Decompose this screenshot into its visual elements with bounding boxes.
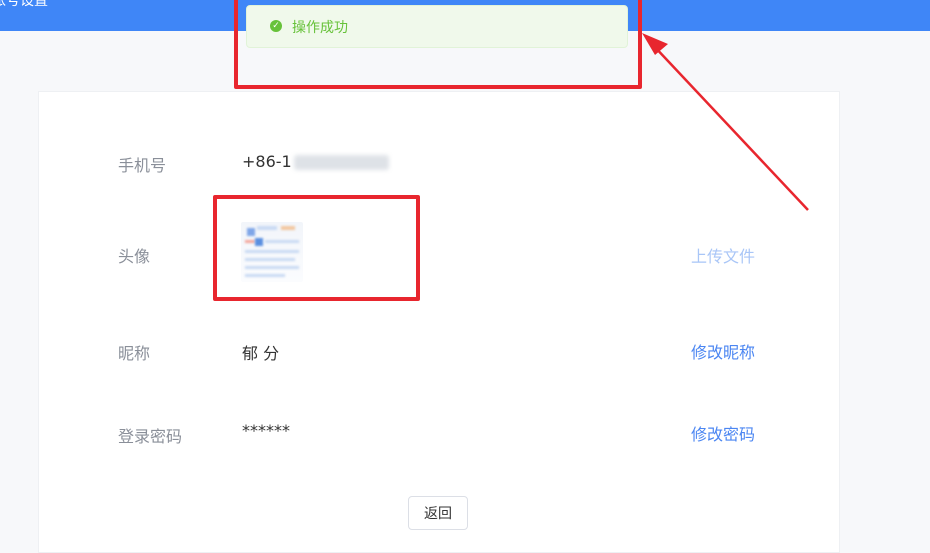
annotation-arrow-line bbox=[651, 43, 809, 211]
page-title: 账号设置 bbox=[0, 0, 48, 9]
annotation-box-toast bbox=[234, 0, 642, 89]
phone-value-text: +86-1 bbox=[242, 152, 292, 171]
nickname-value: 郁 分 bbox=[242, 344, 280, 363]
return-button[interactable]: 返回 bbox=[408, 496, 468, 530]
annotation-arrow-head bbox=[642, 33, 668, 55]
phone-value: +86-1 bbox=[242, 152, 389, 171]
password-label: 登录密码 bbox=[118, 427, 183, 446]
nickname-label: 昵称 bbox=[118, 344, 151, 363]
edit-nickname-button[interactable]: 修改昵称 bbox=[691, 339, 755, 363]
upload-file-button[interactable]: 上传文件 bbox=[691, 243, 755, 267]
phone-blurred-digits bbox=[293, 155, 389, 170]
edit-password-button[interactable]: 修改密码 bbox=[691, 421, 755, 445]
password-value: ****** bbox=[242, 421, 290, 440]
phone-label: 手机号 bbox=[118, 156, 167, 175]
avatar-label: 头像 bbox=[118, 247, 151, 266]
annotation-box-avatar bbox=[213, 195, 420, 301]
annotation-arrow bbox=[642, 33, 809, 211]
